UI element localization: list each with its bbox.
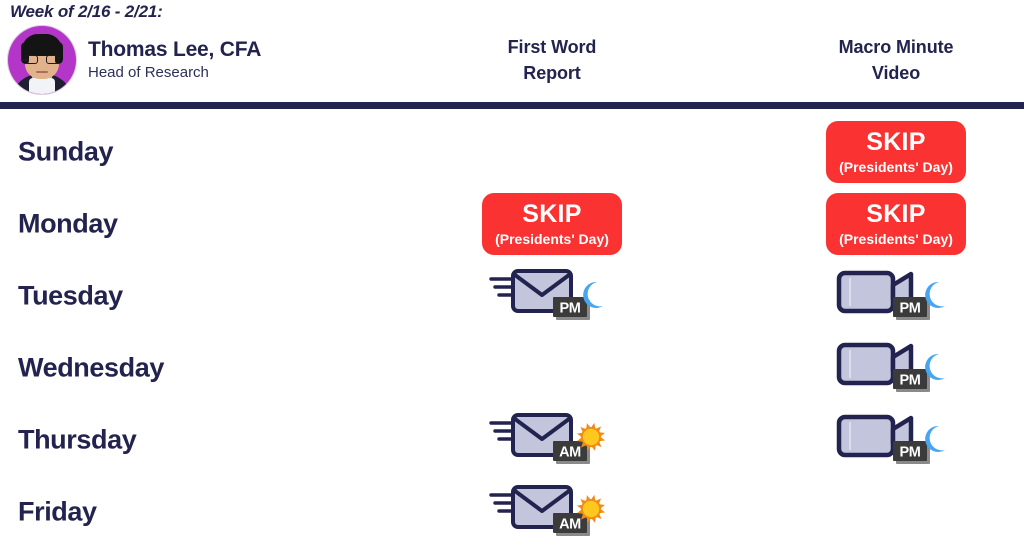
macro-minute-video-icon: PM: [831, 337, 961, 399]
skip-badge[interactable]: SKIP (Presidents' Day): [482, 193, 622, 255]
first-word-email-icon: PM: [487, 265, 617, 327]
day-label: Friday: [18, 496, 97, 527]
day-label: Monday: [18, 208, 118, 239]
day-label: Tuesday: [18, 280, 123, 311]
cell-macro-minute-video: [744, 476, 1024, 548]
cell-first-word-report: AM: [400, 476, 704, 548]
cell-first-word-report: [400, 116, 704, 188]
cell-macro-minute-video: PM: [744, 404, 1024, 476]
schedule-row: Thursday AM PM: [0, 404, 1024, 476]
cell-macro-minute-video: SKIP (Presidents' Day): [744, 188, 1024, 260]
macro-minute-video-icon: PM: [831, 265, 961, 327]
skip-reason: (Presidents' Day): [839, 231, 953, 247]
time-badge-pm: PM: [893, 369, 930, 392]
day-label: Thursday: [18, 424, 137, 455]
time-badge-pm: PM: [893, 441, 930, 464]
skip-badge[interactable]: SKIP (Presidents' Day): [826, 193, 966, 255]
schedule-row: Sunday SKIP (Presidents' Day): [0, 116, 1024, 188]
schedule-row: Friday AM: [0, 476, 1024, 548]
cell-first-word-report: PM: [400, 260, 704, 332]
schedule-row: Wednesday PM: [0, 332, 1024, 404]
svg-text:PM: PM: [900, 373, 921, 389]
skip-reason: (Presidents' Day): [495, 231, 609, 247]
cell-first-word-report: SKIP (Presidents' Day): [400, 188, 704, 260]
schedule-row: Monday SKIP (Presidents' Day) SKIP (Presiden…: [0, 188, 1024, 260]
skip-reason: (Presidents' Day): [839, 159, 953, 175]
column-header-line1: First Word: [507, 37, 597, 57]
schedule-page: Week of 2/16 - 2/21: Thomas Lee, CFA Hea…: [0, 0, 1024, 536]
empty-cell: [896, 512, 897, 513]
schedule-row: Tuesday PM PM: [0, 260, 1024, 332]
page-title: Week of 2/16 - 2/21:: [10, 2, 163, 21]
empty-cell: [552, 368, 553, 369]
svg-text:PM: PM: [560, 301, 581, 317]
column-header-line2: Report: [523, 63, 581, 84]
cell-macro-minute-video: PM: [744, 260, 1024, 332]
column-header-macro-minute-video: Macro Minute Video: [744, 34, 1024, 86]
day-label: Sunday: [18, 136, 114, 167]
skip-label: SKIP: [866, 128, 926, 156]
cell-first-word-report: AM: [400, 404, 704, 476]
cell-first-word-report: [400, 332, 704, 404]
column-header-line1: Macro Minute: [838, 37, 954, 57]
day-label: Wednesday: [18, 352, 164, 383]
header-divider: [0, 102, 1024, 109]
analyst-block: Thomas Lee, CFA Head of Research: [8, 26, 261, 94]
macro-minute-video-icon: PM: [831, 409, 961, 471]
skip-label: SKIP: [522, 200, 582, 228]
analyst-name: Thomas Lee, CFA: [88, 37, 262, 61]
time-badge-pm: PM: [893, 297, 930, 320]
cell-macro-minute-video: SKIP (Presidents' Day): [744, 116, 1024, 188]
first-word-email-icon: AM: [487, 409, 617, 471]
skip-badge[interactable]: SKIP (Presidents' Day): [826, 121, 966, 183]
first-word-email-icon: AM: [487, 481, 617, 543]
svg-text:PM: PM: [900, 301, 921, 317]
svg-text:AM: AM: [559, 445, 581, 461]
empty-cell: [552, 152, 553, 153]
avatar: [8, 26, 76, 94]
cell-macro-minute-video: PM: [744, 332, 1024, 404]
table-header: Thomas Lee, CFA Head of Research First W…: [0, 26, 1024, 102]
analyst-role: Head of Research: [88, 64, 209, 82]
column-header-line2: Video: [871, 63, 921, 84]
skip-label: SKIP: [866, 200, 926, 228]
svg-text:PM: PM: [900, 445, 921, 461]
column-header-first-word-report: First Word Report: [400, 34, 704, 86]
svg-text:AM: AM: [559, 517, 581, 533]
